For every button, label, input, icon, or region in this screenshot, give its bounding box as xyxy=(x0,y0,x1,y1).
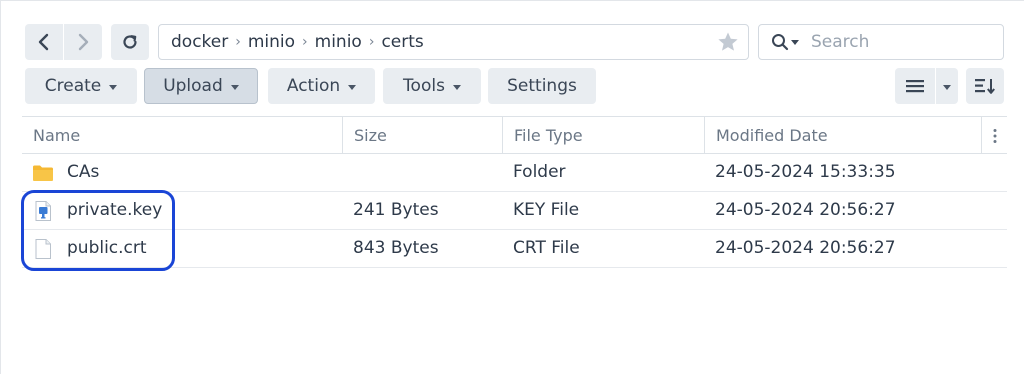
chevron-down-icon xyxy=(348,84,357,90)
refresh-button[interactable] xyxy=(111,24,149,60)
upload-label: Upload xyxy=(163,76,223,96)
file-size: 843 Bytes xyxy=(353,238,439,258)
file-name: CAs xyxy=(67,162,100,182)
sort-button[interactable] xyxy=(966,68,1004,104)
file-modified-date: 24-05-2024 20:56:27 xyxy=(715,200,896,220)
breadcrumb-item[interactable]: docker xyxy=(171,32,228,52)
column-options-button[interactable] xyxy=(981,117,1007,154)
file-type: Folder xyxy=(513,162,566,182)
column-header-size[interactable]: Size xyxy=(342,117,502,154)
list-view-button[interactable] xyxy=(895,68,935,104)
back-button[interactable] xyxy=(25,24,63,60)
chevron-down-icon xyxy=(109,84,118,90)
file-size xyxy=(342,154,353,191)
table-row[interactable]: private.key 241 Bytes KEY File 24-05-202… xyxy=(22,192,1007,230)
sort-icon xyxy=(975,79,995,94)
search-icon xyxy=(772,34,789,51)
settings-label: Settings xyxy=(507,76,577,96)
table-row[interactable]: public.crt 843 Bytes CRT File 24-05-2024… xyxy=(22,230,1007,268)
tools-button[interactable]: Tools xyxy=(383,68,481,104)
table-row[interactable]: CAs Folder 24-05-2024 15:33:35 xyxy=(22,154,1007,192)
file-name: private.key xyxy=(67,200,163,220)
file-type: CRT File xyxy=(513,238,580,258)
breadcrumb-item[interactable]: certs xyxy=(381,32,423,52)
settings-button[interactable]: Settings xyxy=(488,68,596,104)
create-label: Create xyxy=(44,76,102,96)
file-name: public.crt xyxy=(67,238,147,258)
column-header-file-type[interactable]: File Type xyxy=(502,117,704,154)
list-view-icon xyxy=(906,80,924,93)
breadcrumb-item[interactable]: minio xyxy=(248,32,295,52)
chevron-left-icon xyxy=(38,33,49,51)
table-header: Name Size File Type Modified Date xyxy=(22,116,1007,154)
upload-button[interactable]: Upload xyxy=(144,68,258,104)
breadcrumb-separator-icon: › xyxy=(235,34,241,50)
search-box[interactable]: Search xyxy=(758,24,1004,60)
refresh-icon xyxy=(123,35,137,49)
file-type: KEY File xyxy=(513,200,580,220)
chevron-right-icon xyxy=(78,33,89,51)
chevron-down-icon[interactable] xyxy=(791,39,799,45)
file-size: 241 Bytes xyxy=(353,200,439,220)
view-mode-dropdown[interactable] xyxy=(936,68,958,104)
file-icon xyxy=(35,239,51,259)
file-table: Name Size File Type Modified Date CAs Fo… xyxy=(22,116,1007,268)
action-button[interactable]: Action xyxy=(268,68,375,104)
search-input[interactable]: Search xyxy=(811,32,869,52)
action-label: Action xyxy=(286,76,341,96)
key-file-icon xyxy=(35,201,51,221)
column-header-name[interactable]: Name xyxy=(22,117,342,154)
breadcrumb-separator-icon: › xyxy=(368,34,375,50)
create-button[interactable]: Create xyxy=(25,68,137,104)
star-icon[interactable] xyxy=(716,30,740,54)
more-vertical-icon xyxy=(993,128,996,143)
breadcrumb-separator-icon: › xyxy=(302,34,308,50)
chevron-down-icon xyxy=(452,84,461,90)
file-modified-date: 24-05-2024 20:56:27 xyxy=(715,238,896,258)
breadcrumb-item[interactable]: minio xyxy=(315,32,362,52)
chevron-down-icon xyxy=(230,84,239,90)
tools-label: Tools xyxy=(403,76,445,96)
file-station-window: docker › minio › minio › certs Search Cr… xyxy=(0,0,1024,374)
forward-button[interactable] xyxy=(64,24,102,60)
column-header-modified-date[interactable]: Modified Date xyxy=(704,117,981,154)
folder-icon xyxy=(33,165,53,181)
path-bar[interactable]: docker › minio › minio › certs xyxy=(158,24,749,60)
chevron-down-icon xyxy=(943,84,951,90)
file-modified-date: 24-05-2024 15:33:35 xyxy=(715,162,896,182)
